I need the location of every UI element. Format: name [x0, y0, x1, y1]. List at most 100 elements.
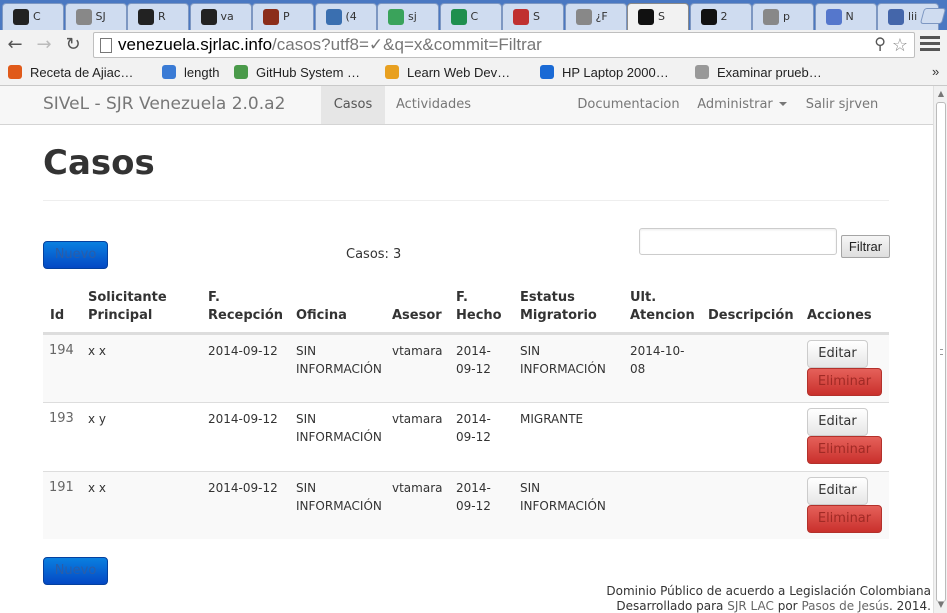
page-icon	[695, 65, 709, 79]
casos-count: Casos: 3	[346, 247, 402, 262]
nuevo-button-bottom[interactable]: Nuevo	[43, 557, 108, 585]
github-icon	[200, 9, 217, 25]
info-icon	[540, 65, 554, 79]
browser-tab[interactable]: C	[2, 3, 64, 30]
browser-tab[interactable]: R	[127, 3, 189, 30]
browser-tab[interactable]: C	[439, 3, 502, 30]
sjr-lac-link[interactable]: SJR LAC	[727, 599, 774, 613]
th-solicitante: Solicitante Principal	[88, 290, 167, 323]
bookmark-label: length	[184, 65, 220, 80]
bookmark-label: Receta de Ajiac…	[30, 65, 134, 80]
cell-hecho: 2014- 09-12	[456, 412, 491, 444]
reload-icon[interactable]: ↻	[62, 34, 84, 56]
search-icon[interactable]: ⚲	[874, 33, 886, 57]
tab-title: C	[33, 10, 41, 23]
drive-icon	[388, 9, 404, 25]
search-input[interactable]	[639, 228, 837, 255]
cell-estatus: SIN INFORMACIÓN	[520, 481, 606, 513]
nav-actividades[interactable]: Actividades	[385, 86, 482, 124]
footer-license: Dominio Público de acuerdo a Legislación…	[606, 584, 931, 598]
tab-title: N	[845, 10, 854, 23]
menu-icon[interactable]	[920, 36, 940, 54]
editar-button[interactable]: Editar	[807, 340, 868, 368]
table-row: 194 x x 2014-09-12 SIN INFORMACIÓN vtamar…	[43, 334, 889, 402]
cell-hecho: 2014- 09-12	[456, 481, 491, 513]
page-title: Casos	[43, 143, 155, 183]
github-icon	[234, 65, 248, 79]
browser-tab[interactable]: sj	[377, 3, 439, 30]
th-id: Id	[50, 308, 65, 323]
cell-asesor: vtamara	[392, 481, 443, 495]
cell-hecho: 2014- 09-12	[456, 344, 491, 376]
bookmarks-bar: » Receta de Ajiac… length GitHub System … L…	[0, 60, 947, 86]
th-atencion: Ult. Atencion	[630, 290, 695, 323]
page-icon	[100, 38, 112, 53]
bookmarks-more-icon[interactable]: »	[932, 64, 939, 79]
cell-estatus: MIGRANTE	[520, 412, 584, 426]
editar-button[interactable]: Editar	[807, 408, 868, 436]
site-navbar: SIVeL - SJR Venezuela 2.0.a2 Casos Activ…	[0, 86, 933, 125]
hand-icon	[825, 9, 842, 25]
tab-title: P	[283, 10, 290, 23]
circle-icon	[385, 65, 399, 79]
tab-title: R	[158, 10, 166, 23]
cell-id[interactable]: 193	[49, 410, 74, 428]
nav-casos[interactable]: Casos	[321, 86, 385, 124]
tab-title: p	[783, 10, 790, 23]
browser-tab[interactable]: N	[814, 3, 877, 30]
filtrar-button[interactable]: Filtrar	[841, 235, 890, 258]
eliminar-button[interactable]: Eliminar	[807, 368, 882, 396]
bookmark-label: GitHub System …	[256, 65, 361, 80]
footer-credits: Desarrollado para SJR LAC por Pasos de J…	[616, 599, 931, 613]
tab-title: va	[220, 10, 234, 23]
bookmark-item[interactable]: HP Laptop 2000…	[540, 64, 669, 82]
browser-tab[interactable]: S	[627, 3, 689, 31]
bookmark-star-icon[interactable]: ☆	[892, 33, 908, 57]
page-icon	[575, 9, 592, 25]
nav-documentacion[interactable]: Documentacion	[572, 86, 685, 124]
bookmark-item[interactable]: Learn Web Dev…	[385, 64, 510, 82]
new-tab-icon[interactable]	[919, 8, 947, 24]
page-icon	[763, 9, 779, 25]
scroll-up-icon[interactable]: ▲	[936, 89, 946, 99]
cell-id[interactable]: 194	[49, 342, 74, 360]
browser-tab[interactable]: S	[502, 3, 564, 30]
pasos-de-jesus-link[interactable]: Pasos de Jesús	[801, 599, 889, 613]
browser-tab[interactable]: (4	[314, 3, 377, 30]
cell-solicitante: x x	[88, 344, 107, 358]
github-icon	[13, 9, 29, 25]
th-oficina: Oficina	[296, 308, 347, 323]
nav-salir[interactable]: Salir sjrven	[797, 86, 887, 124]
nav-administrar[interactable]: Administrar	[692, 86, 792, 124]
browser-tab[interactable]: va	[189, 3, 252, 30]
scroll-thumb[interactable]	[936, 102, 946, 602]
eliminar-button[interactable]: Eliminar	[807, 505, 882, 533]
browser-tab[interactable]: SJ	[64, 3, 127, 30]
browser-tab[interactable]: P	[252, 3, 314, 30]
editar-button[interactable]: Editar	[807, 477, 868, 505]
browser-tab[interactable]: ¿F	[564, 3, 627, 30]
cell-id[interactable]: 191	[49, 479, 74, 497]
scroll-down-icon[interactable]: ▼	[936, 600, 946, 610]
tab-title: (4	[345, 10, 357, 23]
github-icon	[138, 9, 154, 25]
cell-atencion: 2014-10- 08	[630, 344, 685, 376]
bookmark-item[interactable]: length	[162, 64, 219, 82]
page-scrollbar[interactable]: ▲ ▼	[933, 86, 947, 613]
browser-tab[interactable]: 2	[689, 3, 752, 30]
bookmark-label: Examinar prueb…	[717, 65, 822, 80]
bookmark-item[interactable]: Receta de Ajiac…	[8, 64, 133, 82]
tab-strip: C SJ Rva P (4 sj C S ¿F S 2 p Nlii	[0, 0, 947, 31]
nuevo-button[interactable]: Nuevo	[43, 241, 108, 269]
brand-link[interactable]: SIVeL - SJR Venezuela 2.0.a2	[43, 94, 285, 114]
title-divider	[43, 200, 889, 201]
bookmark-item[interactable]: GitHub System …	[234, 64, 360, 82]
browser-tab[interactable]: p	[752, 3, 814, 30]
forward-icon[interactable]: →	[33, 34, 55, 56]
site-icon	[638, 9, 654, 25]
address-bar[interactable]: venezuela.sjrlac.info/casos?utf8=✓&q=x&c…	[93, 32, 915, 58]
back-icon[interactable]: ←	[4, 34, 26, 56]
bookmark-item[interactable]: Examinar prueb…	[695, 64, 822, 82]
th-estatus: Estatus Migratorio	[520, 290, 597, 323]
eliminar-button[interactable]: Eliminar	[807, 436, 882, 464]
